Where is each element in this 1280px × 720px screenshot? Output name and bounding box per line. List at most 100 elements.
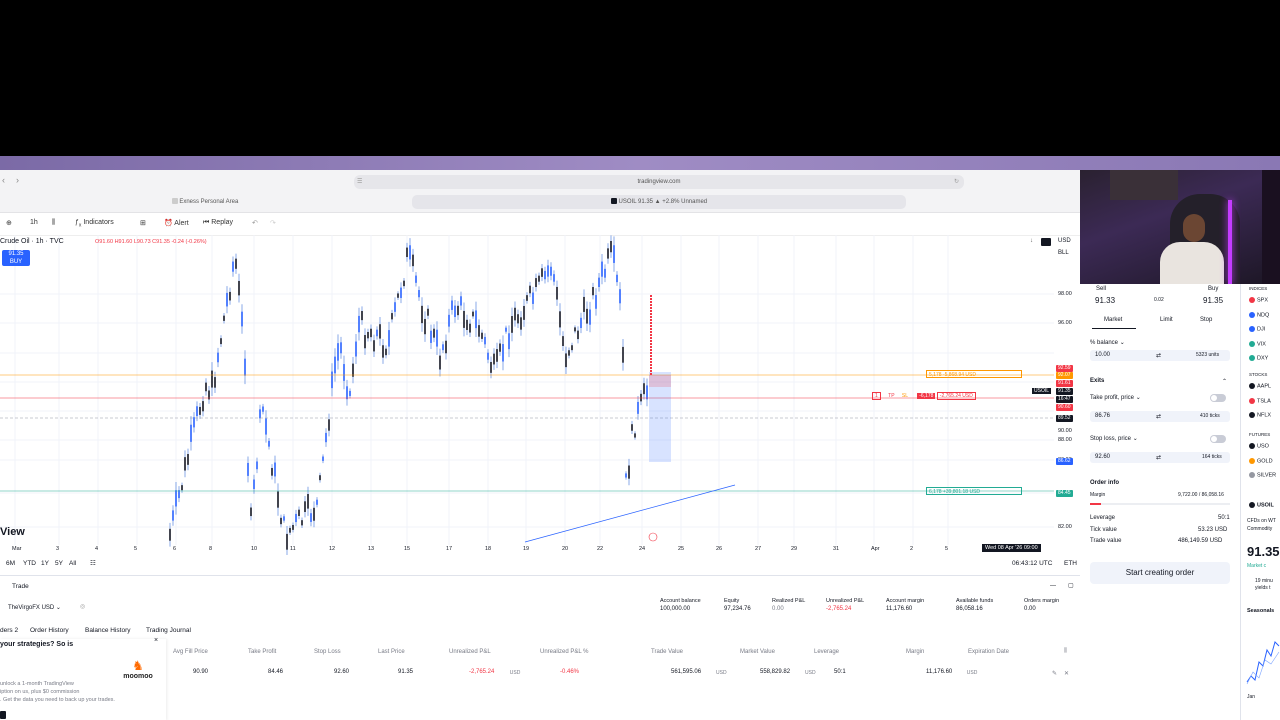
collapse-exits-icon[interactable]: ⌃ [1222,378,1227,385]
column-header[interactable]: Unrealized P&L % [540,649,588,655]
candle-body [295,513,297,523]
address-bar[interactable]: tradingview.com [354,175,964,189]
watchlist-item[interactable]: VIX [1249,340,1266,347]
wall-poster [1110,170,1178,200]
column-header[interactable]: Take Profit [248,649,276,655]
order-tab[interactable]: Limit [1160,317,1173,323]
table-cell: 561,595.06 [671,669,702,675]
reload-icon[interactable]: ↻ [954,178,959,185]
panel-tab[interactable]: Balance History [85,627,131,634]
tab-tradingview[interactable]: USOIL 91.35 ▲ +2.8% Unnamed [412,195,906,209]
watchlist-item[interactable]: USO [1249,443,1269,449]
column-header[interactable]: Avg Fill Price [173,649,208,655]
news-line2[interactable]: yields t [1255,585,1271,591]
redo-icon[interactable]: ↷ [270,219,276,227]
order-tab[interactable]: Stop [1200,317,1212,323]
candle-body [613,245,615,263]
tp-order-line[interactable]: 5,178 -5,868.94 USD [926,370,1022,378]
watchlist-item[interactable]: DXY [1249,355,1268,361]
watchlist-item[interactable]: SILVER [1249,472,1276,478]
utc-clock[interactable]: 06:43:12 UTC [1012,560,1052,567]
indicators-button[interactable]: ƒx Indicators [75,219,114,228]
chart-type-icon[interactable]: ⫼ [52,219,55,227]
start-creating-order-button[interactable]: Start creating order [1090,562,1230,584]
watchlist-item[interactable]: AAPL [1249,383,1271,389]
sell-button[interactable]: 91.33 [1095,296,1115,305]
position-line[interactable]: 1 TP SL -6,178 -2,765.24 USD [872,392,976,400]
add-symbol-icon[interactable]: ⊕ [6,219,12,227]
column-header[interactable]: Trade Value [651,649,683,655]
promo-button[interactable] [0,711,6,719]
interval-button[interactable]: 1h [30,219,38,226]
column-header[interactable]: Market Value [740,649,775,655]
symbol-title[interactable]: Crude Oil · 1h · TVC [0,238,64,245]
column-header[interactable]: Leverage [814,649,839,655]
column-header[interactable]: Last Price [378,649,405,655]
price-tag: 92.07 [1056,372,1073,379]
replay-label: Replay [211,219,234,226]
close-position-icon[interactable]: ✕ [1064,670,1069,677]
watchlist-item[interactable]: DJI [1249,326,1265,332]
range-all[interactable]: All [69,560,76,567]
panel-tab[interactable]: Trading Journal [146,627,191,634]
sl-toggle[interactable] [1210,435,1226,443]
alert-button[interactable]: ⏰ Alert [164,219,189,227]
back-arrow-icon[interactable]: ‹ [2,175,5,185]
buy-badge[interactable]: 91.35 BUY [2,250,30,266]
moomoo-logo: ♞ moomoo [118,659,158,689]
range-1y[interactable]: 1Y [41,560,49,567]
tp-value: 86.76 [1095,413,1111,419]
promo-card[interactable]: your strategies? So is × ♞ moomoo unlock… [0,637,166,720]
tp-selector[interactable]: Take profit, price ⌄ [1090,394,1141,401]
watchlist-item[interactable]: TSLA [1249,397,1271,404]
panel-tab[interactable]: Order History [30,627,69,634]
watchlist-item[interactable]: NFLX [1249,412,1271,418]
balance-selector[interactable]: % balance ⌄ [1090,339,1125,346]
account-info-icon[interactable]: ◎ [80,603,85,610]
watchlist-item[interactable]: SPX [1249,297,1268,303]
buy-button[interactable]: 91.35 [1203,296,1223,305]
session-toggle[interactable]: ETH [1064,560,1077,567]
range-ytd[interactable]: YTD [23,560,36,567]
detail-symbol[interactable]: USOIL [1249,502,1274,508]
range-6m[interactable]: 6M [6,560,15,567]
candle-body [226,292,228,307]
swap-icon[interactable]: ⇄ [1156,352,1161,359]
tp-toggle[interactable] [1210,394,1226,402]
minimize-panel-icon[interactable]: — [1050,583,1056,589]
page-menu-icon[interactable]: ☰ [357,178,362,185]
replay-button[interactable]: ⏮ Replay [203,219,233,227]
panel-tab[interactable]: ders 2 [0,627,18,634]
column-header[interactable]: Stop Loss [314,649,341,655]
date-range-icon[interactable]: ☷ [90,559,96,567]
tp-tag[interactable]: TP [888,393,894,399]
tp-swap-icon[interactable]: ⇄ [1156,413,1161,420]
sl-order-line[interactable]: 6,178 +39,801.18 USD [926,487,1022,495]
edit-position-icon[interactable]: ✎ [1052,670,1057,677]
sl-tag[interactable]: SL [902,393,908,399]
undo-icon[interactable]: ↶ [252,219,258,227]
sl-swap-icon[interactable]: ⇄ [1156,454,1161,461]
panel-title[interactable]: Trade [12,583,29,590]
column-header[interactable]: Expiration Date [968,649,1009,655]
maximize-panel-icon[interactable]: ▢ [1068,582,1074,589]
news-line1[interactable]: 19 minu [1255,578,1273,584]
position-close-icon[interactable]: 1 [872,392,881,400]
watchlist-item[interactable]: GOLD [1249,457,1273,464]
column-header[interactable]: Unrealized P&L [449,649,491,655]
position-risk-zone [649,375,671,387]
range-5y[interactable]: 5Y [55,560,63,567]
column-header[interactable]: Margin [906,649,924,655]
currency-label[interactable]: USD [1058,238,1071,244]
sl-selector[interactable]: Stop loss, price ⌄ [1090,435,1138,442]
account-selector[interactable]: TheVirgoFX USD ⌄ [8,604,61,611]
chart-settings-icon[interactable] [1041,238,1051,246]
layouts-icon[interactable]: ⊞ [140,219,146,227]
tab-exness[interactable]: Exness Personal Area [0,195,410,209]
scroll-arrow-icon[interactable]: ↓ [1030,238,1033,244]
table-settings-icon[interactable]: ⫼ [1064,648,1067,655]
order-tab[interactable]: Market [1104,317,1122,323]
promo-close-icon[interactable]: × [154,637,158,644]
forward-arrow-icon[interactable]: › [16,175,19,185]
watchlist-item[interactable]: NDQ [1249,311,1269,318]
